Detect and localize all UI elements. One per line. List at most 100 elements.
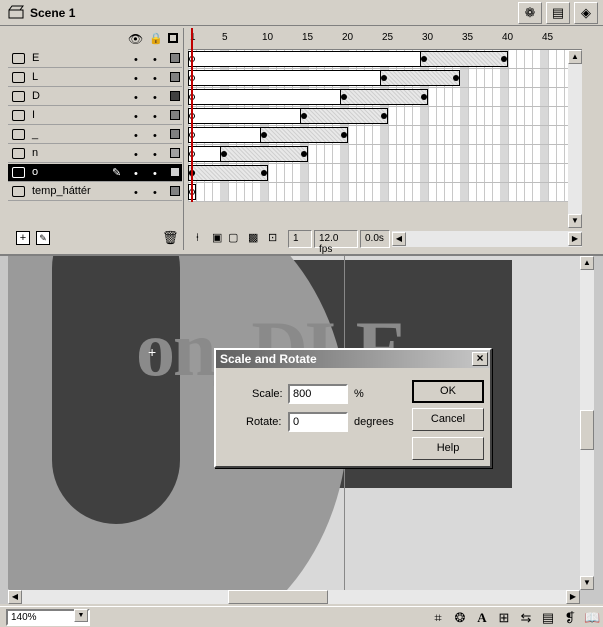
keyframe[interactable] <box>301 113 307 119</box>
stage-horizontal-scrollbar[interactable]: ◀ ▶ <box>8 590 580 604</box>
lock-dot[interactable]: • <box>153 73 157 85</box>
color-panel-icon[interactable]: ❂ <box>452 610 468 625</box>
keyframe[interactable] <box>421 56 427 62</box>
cancel-button[interactable]: Cancel <box>412 408 484 431</box>
motion-tween[interactable] <box>260 127 348 143</box>
close-icon[interactable]: × <box>472 352 488 366</box>
scroll-left-icon[interactable]: ◀ <box>8 590 22 604</box>
keyframe[interactable] <box>381 75 387 81</box>
trash-icon[interactable]: 🗑 <box>162 230 179 246</box>
edit-symbol-button[interactable]: ◈ <box>574 2 598 24</box>
static-span[interactable] <box>188 89 348 105</box>
keyframe[interactable] <box>221 151 227 157</box>
scroll-left-icon[interactable]: ◀ <box>392 232 406 246</box>
layer-row[interactable]: L • • <box>8 69 182 87</box>
keyframe[interactable] <box>341 132 347 138</box>
static-span[interactable] <box>188 127 268 143</box>
visibility-dot[interactable]: • <box>134 149 138 161</box>
motion-tween[interactable] <box>420 51 508 67</box>
lock-dot[interactable]: • <box>153 92 157 104</box>
character-panel-icon[interactable]: A <box>474 610 490 625</box>
lock-dot[interactable]: • <box>153 130 157 142</box>
outline-color-swatch[interactable] <box>170 91 180 101</box>
scroll-right-icon[interactable]: ▶ <box>568 232 582 246</box>
outline-color-swatch[interactable] <box>170 72 180 82</box>
layer-row[interactable]: E • • <box>8 50 182 68</box>
scale-input[interactable] <box>288 384 348 404</box>
lock-dot[interactable]: • <box>153 54 157 66</box>
timeline-horizontal-scrollbar[interactable]: ◀ ▶ <box>392 231 582 247</box>
keyframe[interactable] <box>261 132 267 138</box>
layer-row[interactable]: o ✎ • • <box>8 164 182 182</box>
motion-tween[interactable] <box>188 165 268 181</box>
outline-color-swatch[interactable] <box>170 167 180 177</box>
stage-vertical-scrollbar[interactable]: ▲ ▼ <box>580 256 594 590</box>
frame-row[interactable] <box>188 69 568 88</box>
keyframe[interactable] <box>501 56 507 62</box>
frame-row[interactable] <box>188 50 568 69</box>
motion-tween[interactable] <box>220 146 308 162</box>
help-button[interactable]: Help <box>412 437 484 460</box>
center-frame-icon[interactable]: ⍿ <box>196 232 199 245</box>
onion-markers-icon[interactable]: ⊡ <box>268 231 277 244</box>
scroll-down-icon[interactable]: ▼ <box>580 576 594 590</box>
outline-color-swatch[interactable] <box>170 186 180 196</box>
add-guide-layer-icon[interactable]: ✎ <box>36 231 50 245</box>
insert-layer-icon[interactable]: + <box>16 231 30 245</box>
timeline-vertical-scrollbar[interactable]: ▲ ▼ <box>568 50 582 228</box>
keyframe[interactable] <box>341 94 347 100</box>
layer-row[interactable]: D • • <box>8 88 182 106</box>
visibility-dot[interactable]: • <box>134 168 138 180</box>
visibility-dot[interactable]: • <box>134 187 138 199</box>
frame-row[interactable] <box>188 183 568 202</box>
outline-color-swatch[interactable] <box>170 129 180 139</box>
lock-dot[interactable]: • <box>153 149 157 161</box>
eye-icon[interactable]: 👁 <box>128 32 143 46</box>
visibility-dot[interactable]: • <box>134 130 138 142</box>
outline-color-swatch[interactable] <box>170 53 180 63</box>
edit-multiple-icon[interactable]: ▩ <box>248 231 258 244</box>
scroll-down-icon[interactable]: ▼ <box>568 214 582 228</box>
keyframe[interactable] <box>261 170 267 176</box>
playhead[interactable] <box>191 28 193 202</box>
onion-skin-icon[interactable]: ▣ <box>212 231 222 244</box>
static-span[interactable] <box>188 51 428 67</box>
frame-row[interactable] <box>188 126 568 145</box>
visibility-dot[interactable]: • <box>134 54 138 66</box>
layer-row[interactable]: n • • <box>8 145 182 163</box>
book-icon[interactable]: 📖 <box>584 610 600 625</box>
frame-row[interactable] <box>188 88 568 107</box>
frame-grid[interactable] <box>188 50 568 202</box>
keyframe[interactable] <box>301 151 307 157</box>
outline-color-swatch[interactable] <box>170 148 180 158</box>
visibility-dot[interactable]: • <box>134 92 138 104</box>
static-span[interactable] <box>188 108 308 124</box>
lock-dot[interactable]: • <box>153 111 157 123</box>
lock-dot[interactable]: • <box>153 187 157 199</box>
onion-outline-icon[interactable]: ▢ <box>228 231 238 244</box>
layer-row[interactable]: temp_háttér • • <box>8 183 182 201</box>
grid-panel-icon[interactable]: ⌗ <box>430 610 446 625</box>
chevron-down-icon[interactable]: ▼ <box>74 609 88 622</box>
motion-tween[interactable] <box>340 89 428 105</box>
keyframe[interactable] <box>421 94 427 100</box>
outline-icon[interactable] <box>168 33 178 43</box>
instance-panel-icon[interactable]: ⊞ <box>496 610 512 625</box>
edit-scene-button[interactable]: ❁ <box>518 2 542 24</box>
layer-row[interactable]: _ • • <box>8 126 182 144</box>
frame-row[interactable] <box>188 164 568 183</box>
scroll-right-icon[interactable]: ▶ <box>566 590 580 604</box>
outline-color-swatch[interactable] <box>170 110 180 120</box>
lock-dot[interactable]: • <box>153 168 157 180</box>
rotate-input[interactable] <box>288 412 348 432</box>
visibility-dot[interactable]: • <box>134 111 138 123</box>
frame-ruler[interactable]: 151015202530354045 <box>188 28 582 50</box>
visibility-dot[interactable]: • <box>134 73 138 85</box>
static-span[interactable] <box>188 70 388 86</box>
scroll-thumb[interactable] <box>228 590 328 604</box>
scroll-thumb[interactable] <box>580 410 594 450</box>
lock-icon[interactable]: 🔒 <box>149 32 163 45</box>
library-panel-icon[interactable]: ▤ <box>540 610 556 625</box>
scroll-up-icon[interactable]: ▲ <box>568 50 582 64</box>
motion-tween[interactable] <box>300 108 388 124</box>
